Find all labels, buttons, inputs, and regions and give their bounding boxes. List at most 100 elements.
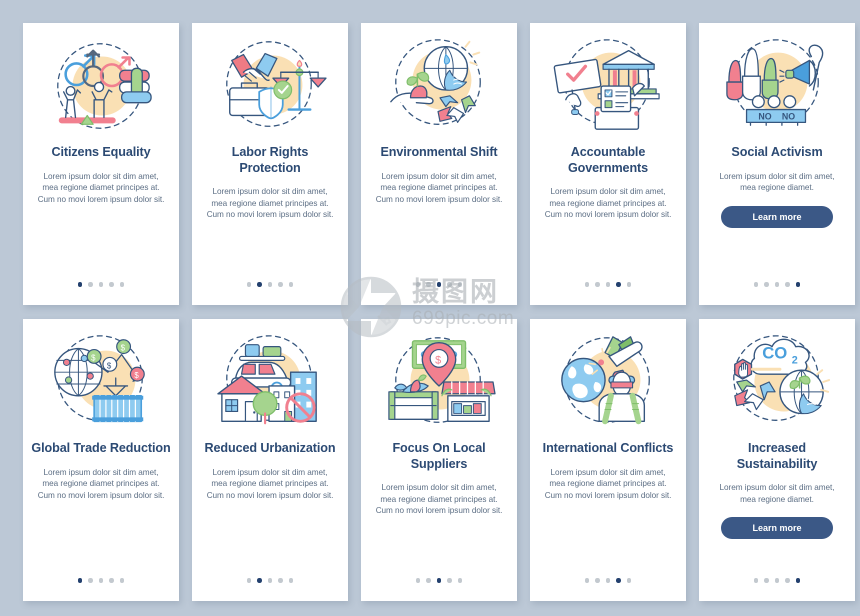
pagination-dot-active[interactable] [616, 282, 621, 287]
pagination-dot[interactable] [595, 282, 600, 287]
pagination-dot[interactable] [774, 578, 780, 583]
pagination-dot[interactable] [457, 578, 463, 583]
pagination-dot-active[interactable] [436, 578, 442, 583]
globe-recycle-plant-icon [361, 23, 517, 143]
pagination-dot[interactable] [278, 578, 283, 583]
pagination-dot[interactable] [785, 282, 790, 287]
pagination-dot[interactable] [267, 282, 273, 287]
pagination-dots[interactable] [361, 282, 517, 287]
pagination-dot[interactable] [753, 578, 759, 583]
pagination-dot[interactable] [584, 282, 590, 287]
pagination-dot[interactable] [119, 578, 125, 583]
pagination-dot[interactable] [753, 282, 759, 287]
pagination-dot-active[interactable] [257, 282, 262, 287]
pagination-dot[interactable] [626, 282, 632, 287]
pagination-dots[interactable] [192, 578, 348, 583]
card-body-text: Lorem ipsum dolor sit dim amet, mea regi… [37, 467, 165, 500]
globe-container-chart-icon: $ $ $ $ [23, 319, 179, 439]
onboarding-card-global-trade-reduction[interactable]: $ $ $ $ Global Trade Reduction Lorem ipsum do… [23, 319, 179, 601]
pagination-dot[interactable] [457, 282, 463, 287]
onboarding-card-accountable-governments[interactable]: Accountable Governments Lorem ipsum dolor… [530, 23, 686, 305]
card-body-text: Lorem ipsum dolor sit dim amet, mea regi… [544, 467, 672, 500]
card-title: Focus On Local Suppliers [392, 441, 486, 471]
pagination-dots[interactable] [361, 578, 517, 583]
pagination-dot-active[interactable] [77, 578, 83, 583]
card-title: Social Activism [731, 145, 823, 159]
svg-text:$: $ [107, 361, 112, 370]
pagination-dot[interactable] [605, 578, 611, 583]
pagination-dot[interactable] [415, 578, 421, 583]
pagination-dot[interactable] [605, 282, 611, 287]
pagination-dot[interactable] [88, 282, 93, 287]
pagination-dot[interactable] [98, 578, 104, 583]
government-ballot-icon [530, 23, 686, 143]
onboarding-card-reduced-urbanization[interactable]: Reduced Urbanization Lorem ipsum dolor si… [192, 319, 348, 601]
pagination-dot-active[interactable] [77, 282, 83, 287]
pagination-dot[interactable] [426, 578, 431, 583]
onboarding-card-labor-rights-protection[interactable]: Labor Rights Protection Lorem ipsum dolor… [192, 23, 348, 305]
pagination-dot[interactable] [278, 282, 283, 287]
onboarding-screens-board: Citizens Equality Lorem ipsum dolor sit d… [0, 0, 860, 616]
pagination-dot[interactable] [447, 578, 452, 583]
pagination-dots[interactable] [23, 578, 179, 583]
pagination-dot[interactable] [109, 282, 114, 287]
pagination-dot[interactable] [584, 578, 590, 583]
pagination-dot[interactable] [98, 282, 104, 287]
card-title: Increased Sustainability [736, 441, 818, 471]
pagination-dots[interactable] [530, 578, 686, 583]
learn-more-button[interactable]: Learn more [721, 517, 833, 540]
card-body-text: Lorem ipsum dolor sit dim amet, mea regi… [206, 187, 334, 220]
pagination-dots[interactable] [530, 282, 686, 287]
card-body-text: Lorem ipsum dolor sit dim amet, mea regi… [544, 187, 672, 220]
pagination-dot[interactable] [119, 282, 125, 287]
pagination-dot[interactable] [595, 578, 600, 583]
pagination-dot[interactable] [246, 578, 252, 583]
pagination-dot[interactable] [415, 282, 421, 287]
pagination-dot[interactable] [785, 578, 790, 583]
onboarding-card-increased-sustainability[interactable]: CO 2 Increased Sustainability Lorem ipsum d… [699, 319, 855, 601]
learn-more-button[interactable]: Learn more [721, 205, 833, 228]
pagination-dot[interactable] [267, 578, 273, 583]
pagination-dot[interactable] [426, 282, 431, 287]
pagination-dots[interactable] [699, 578, 855, 583]
pagination-dot-active[interactable] [795, 578, 801, 583]
soldier-missile-globe-icon [530, 319, 686, 439]
pagination-dot-active[interactable] [436, 282, 442, 287]
co2-recycle-globe-icon: CO 2 [699, 319, 855, 439]
pagination-dot-active[interactable] [616, 578, 621, 583]
pagination-dots[interactable] [23, 282, 179, 287]
protest-megaphone-icon: NO NO [699, 23, 855, 143]
card-body-text: Lorem ipsum dolor sit dim amet, mea regi… [375, 483, 503, 516]
onboarding-card-citizens-equality[interactable]: Citizens Equality Lorem ipsum dolor sit d… [23, 23, 179, 305]
pagination-dot[interactable] [88, 578, 93, 583]
svg-text:$: $ [121, 344, 126, 353]
pagination-dot[interactable] [774, 282, 780, 287]
onboarding-card-social-activism[interactable]: NO NO Social Activism Lorem ipsum dolor sit… [699, 23, 855, 305]
pagination-dot-active[interactable] [257, 578, 262, 583]
card-title: Accountable Governments [567, 145, 649, 175]
onboarding-card-environmental-shift[interactable]: Environmental Shift Lorem ipsum dolor sit… [361, 23, 517, 305]
card-body-text: Lorem ipsum dolor sit dim amet, mea regi… [719, 483, 835, 504]
card-title: International Conflicts [542, 441, 674, 455]
onboarding-card-focus-on-local-suppliers[interactable]: $ Focus On Local Suppliers Lorem ipsum dol… [361, 319, 517, 601]
svg-text:NO: NO [782, 111, 795, 121]
pagination-dot-active[interactable] [795, 282, 801, 287]
pagination-dot[interactable] [626, 578, 632, 583]
onboarding-card-international-conflicts[interactable]: International Conflicts Lorem ipsum dolor… [530, 319, 686, 601]
svg-text:$: $ [435, 354, 441, 366]
pagination-dot[interactable] [764, 578, 769, 583]
local-market-produce-icon: $ [361, 319, 517, 439]
pagination-dot[interactable] [246, 282, 252, 287]
card-title: Environmental Shift [380, 145, 498, 159]
card-title: Labor Rights Protection [231, 145, 309, 175]
pagination-dot[interactable] [447, 282, 452, 287]
pagination-dots[interactable] [192, 282, 348, 287]
pagination-dot[interactable] [764, 282, 769, 287]
pagination-dot[interactable] [288, 578, 294, 583]
card-body-text: Lorem ipsum dolor sit dim amet, mea regi… [37, 171, 165, 204]
pagination-dot[interactable] [109, 578, 114, 583]
card-body-text: Lorem ipsum dolor sit dim amet, mea regi… [719, 171, 835, 193]
card-title: Global Trade Reduction [31, 441, 171, 455]
pagination-dots[interactable] [699, 282, 855, 287]
pagination-dot[interactable] [288, 282, 294, 287]
